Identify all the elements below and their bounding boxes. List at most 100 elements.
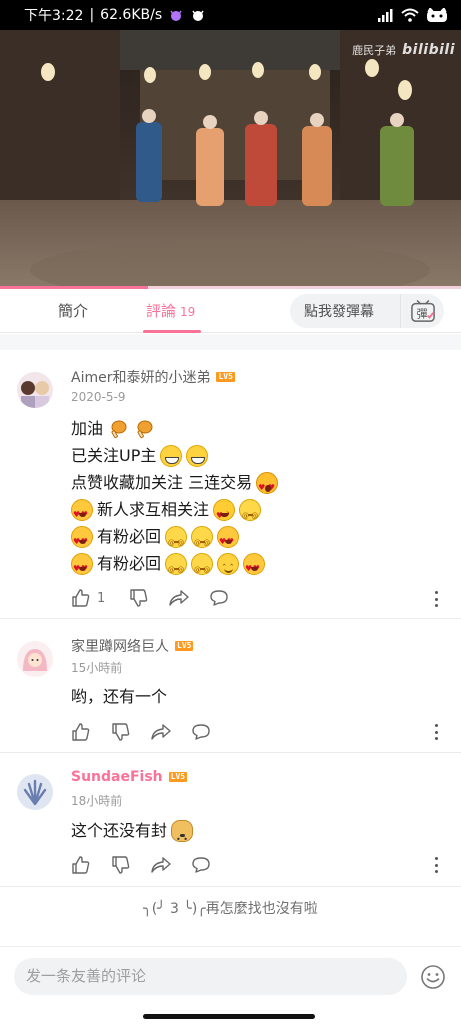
dizzy-emoji-icon (191, 552, 214, 584)
comment-bubble-icon (192, 857, 210, 873)
comment-item[interactable]: SundaeFish LV5 18小時前 这个还没有封 (0, 754, 461, 887)
share-icon (151, 724, 171, 740)
dislike-button[interactable] (111, 722, 131, 742)
username-text: Aimer和泰妍的小迷弟 (71, 370, 211, 386)
comment-line-text: 哟，还有一个 (71, 687, 168, 706)
video-watermark: 鹿民子弟 bilibili (352, 42, 455, 58)
comment-compose-bar: 发一条友善的评论 (0, 946, 461, 1024)
share-button[interactable] (151, 855, 171, 875)
comment-line-text: 已关注UP主 (71, 446, 157, 465)
tv-danmaku-icon: 彈 (410, 300, 435, 322)
danmaku-placeholder: 點我發彈幕 (304, 304, 374, 320)
comment-body: 加油 已关注UP主 点赞收藏加关注 三连交易 新人求互相关注 有粉必回 (71, 415, 279, 584)
share-button[interactable] (169, 588, 189, 608)
comment-item[interactable]: 家里蹲网络巨人 LV5 15小時前 哟，还有一个 (0, 620, 461, 753)
heart-shock-emoji-icon (256, 471, 279, 501)
cat-notification-icon (190, 8, 206, 22)
comment-actions (71, 854, 211, 876)
reply-button[interactable] (191, 722, 211, 742)
share-icon (151, 857, 171, 873)
heart-eyes-emoji-icon (71, 525, 93, 555)
heart-eyes-emoji-icon (71, 498, 93, 528)
comment-line-text: 新人求互相关注 (97, 500, 210, 519)
like-count: 1 (97, 590, 106, 606)
comment-input[interactable]: 发一条友善的评论 (14, 958, 407, 995)
danmaku-toggle-button[interactable]: 彈 (400, 294, 444, 328)
home-indicator[interactable] (143, 1014, 315, 1019)
end-of-comments-note: ╮(╯ 3 ╰)╭再怎麼找也沒有啦 (143, 901, 318, 917)
status-time: 下午3:22 (24, 8, 84, 24)
smile-emoji-icon (217, 552, 240, 583)
doge-emoji-icon (171, 819, 194, 853)
share-icon (169, 590, 189, 606)
comment-bubble-icon (210, 590, 228, 606)
avatar[interactable] (17, 774, 53, 810)
comment-line-text: 点赞收藏加关注 三连交易 (71, 473, 253, 492)
heart-eyes-emoji-icon (243, 552, 266, 582)
more-options-button[interactable] (433, 855, 439, 875)
comment-line: 这个还没有封 (71, 817, 194, 853)
level-badge: LV5 (175, 641, 194, 651)
comment-line: 有粉必回 (71, 550, 278, 584)
tab-comments-count: 19 (180, 305, 196, 319)
danmaku-input[interactable]: 點我發彈幕 彈 (290, 294, 444, 328)
watermark-channel: 鹿民子弟 (352, 44, 397, 57)
comment-line: 已关注UP主 (71, 442, 278, 469)
like-button[interactable] (71, 855, 91, 875)
comment-time: 2020-5-9 (71, 390, 126, 404)
status-separator: | (89, 7, 95, 23)
battery-cat-icon (425, 6, 451, 22)
thumbs-down-icon (112, 856, 130, 874)
comment-username[interactable]: SundaeFish LV5 (71, 769, 188, 785)
wifi-icon (401, 8, 419, 22)
video-frame (0, 30, 461, 288)
status-bar: 下午3:22 | 62.6KB/s (0, 0, 461, 30)
emoji-picker-button[interactable] (419, 963, 447, 991)
like-button[interactable] (71, 722, 91, 742)
tab-intro[interactable]: 簡介 (58, 289, 88, 333)
share-button[interactable] (151, 722, 171, 742)
dislike-button[interactable] (111, 855, 131, 875)
comment-actions: 1 (71, 587, 229, 609)
comment-line: 哟，还有一个 (71, 683, 167, 710)
video-player[interactable]: 鹿民子弟 bilibili (0, 30, 461, 288)
comment-input-placeholder: 发一条友善的评论 (26, 967, 147, 985)
dizzy-emoji-icon (239, 498, 262, 530)
comment-line-text: 这个还没有封 (71, 821, 168, 840)
username-text: SundaeFish (71, 769, 163, 785)
thumbs-up-icon (72, 723, 90, 741)
tab-bar: 簡介 評論 19 點我發彈幕 彈 (0, 289, 461, 333)
dizzy-emoji-icon (165, 525, 188, 557)
comment-line-text: 加油 (71, 419, 104, 438)
comment-line-text: 有粉必回 (97, 527, 162, 546)
dislike-button[interactable] (129, 588, 149, 608)
dizzy-emoji-icon (165, 552, 188, 584)
tab-intro-label: 簡介 (58, 302, 89, 320)
heart-eyes-emoji-icon (217, 525, 240, 555)
tab-comments[interactable]: 評論 19 (146, 289, 195, 333)
level-badge: LV5 (216, 372, 235, 382)
avatar[interactable] (17, 372, 53, 408)
comment-time: 15小時前 (71, 661, 123, 675)
comment-body: 这个还没有封 (71, 817, 194, 853)
comment-bubble-icon (192, 724, 210, 740)
section-divider (0, 334, 461, 350)
comment-line: 加油 (71, 415, 278, 442)
more-options-button[interactable] (433, 722, 439, 742)
more-options-button[interactable] (433, 589, 439, 609)
avatar[interactable] (17, 641, 53, 677)
like-button[interactable]: 1 (71, 588, 105, 608)
heart-eyes-emoji-icon (71, 552, 93, 582)
comment-username[interactable]: Aimer和泰妍的小迷弟 LV5 (71, 367, 235, 387)
reply-button[interactable] (191, 855, 211, 875)
thumbs-down-icon (130, 589, 148, 607)
tab-active-indicator (143, 330, 201, 333)
comment-username[interactable]: 家里蹲网络巨人 LV5 (71, 636, 194, 656)
comment-item[interactable]: Aimer和泰妍的小迷弟 LV5 2020-5-9 加油 已关注UP主 点赞收藏… (0, 351, 461, 619)
level-badge: LV5 (168, 772, 188, 782)
username-text: 家里蹲网络巨人 (71, 639, 169, 655)
signal-icon (377, 8, 393, 22)
danmaku-button-label: 彈 (416, 307, 427, 320)
reply-button[interactable] (209, 588, 229, 608)
drumstick-emoji-icon (111, 420, 127, 438)
